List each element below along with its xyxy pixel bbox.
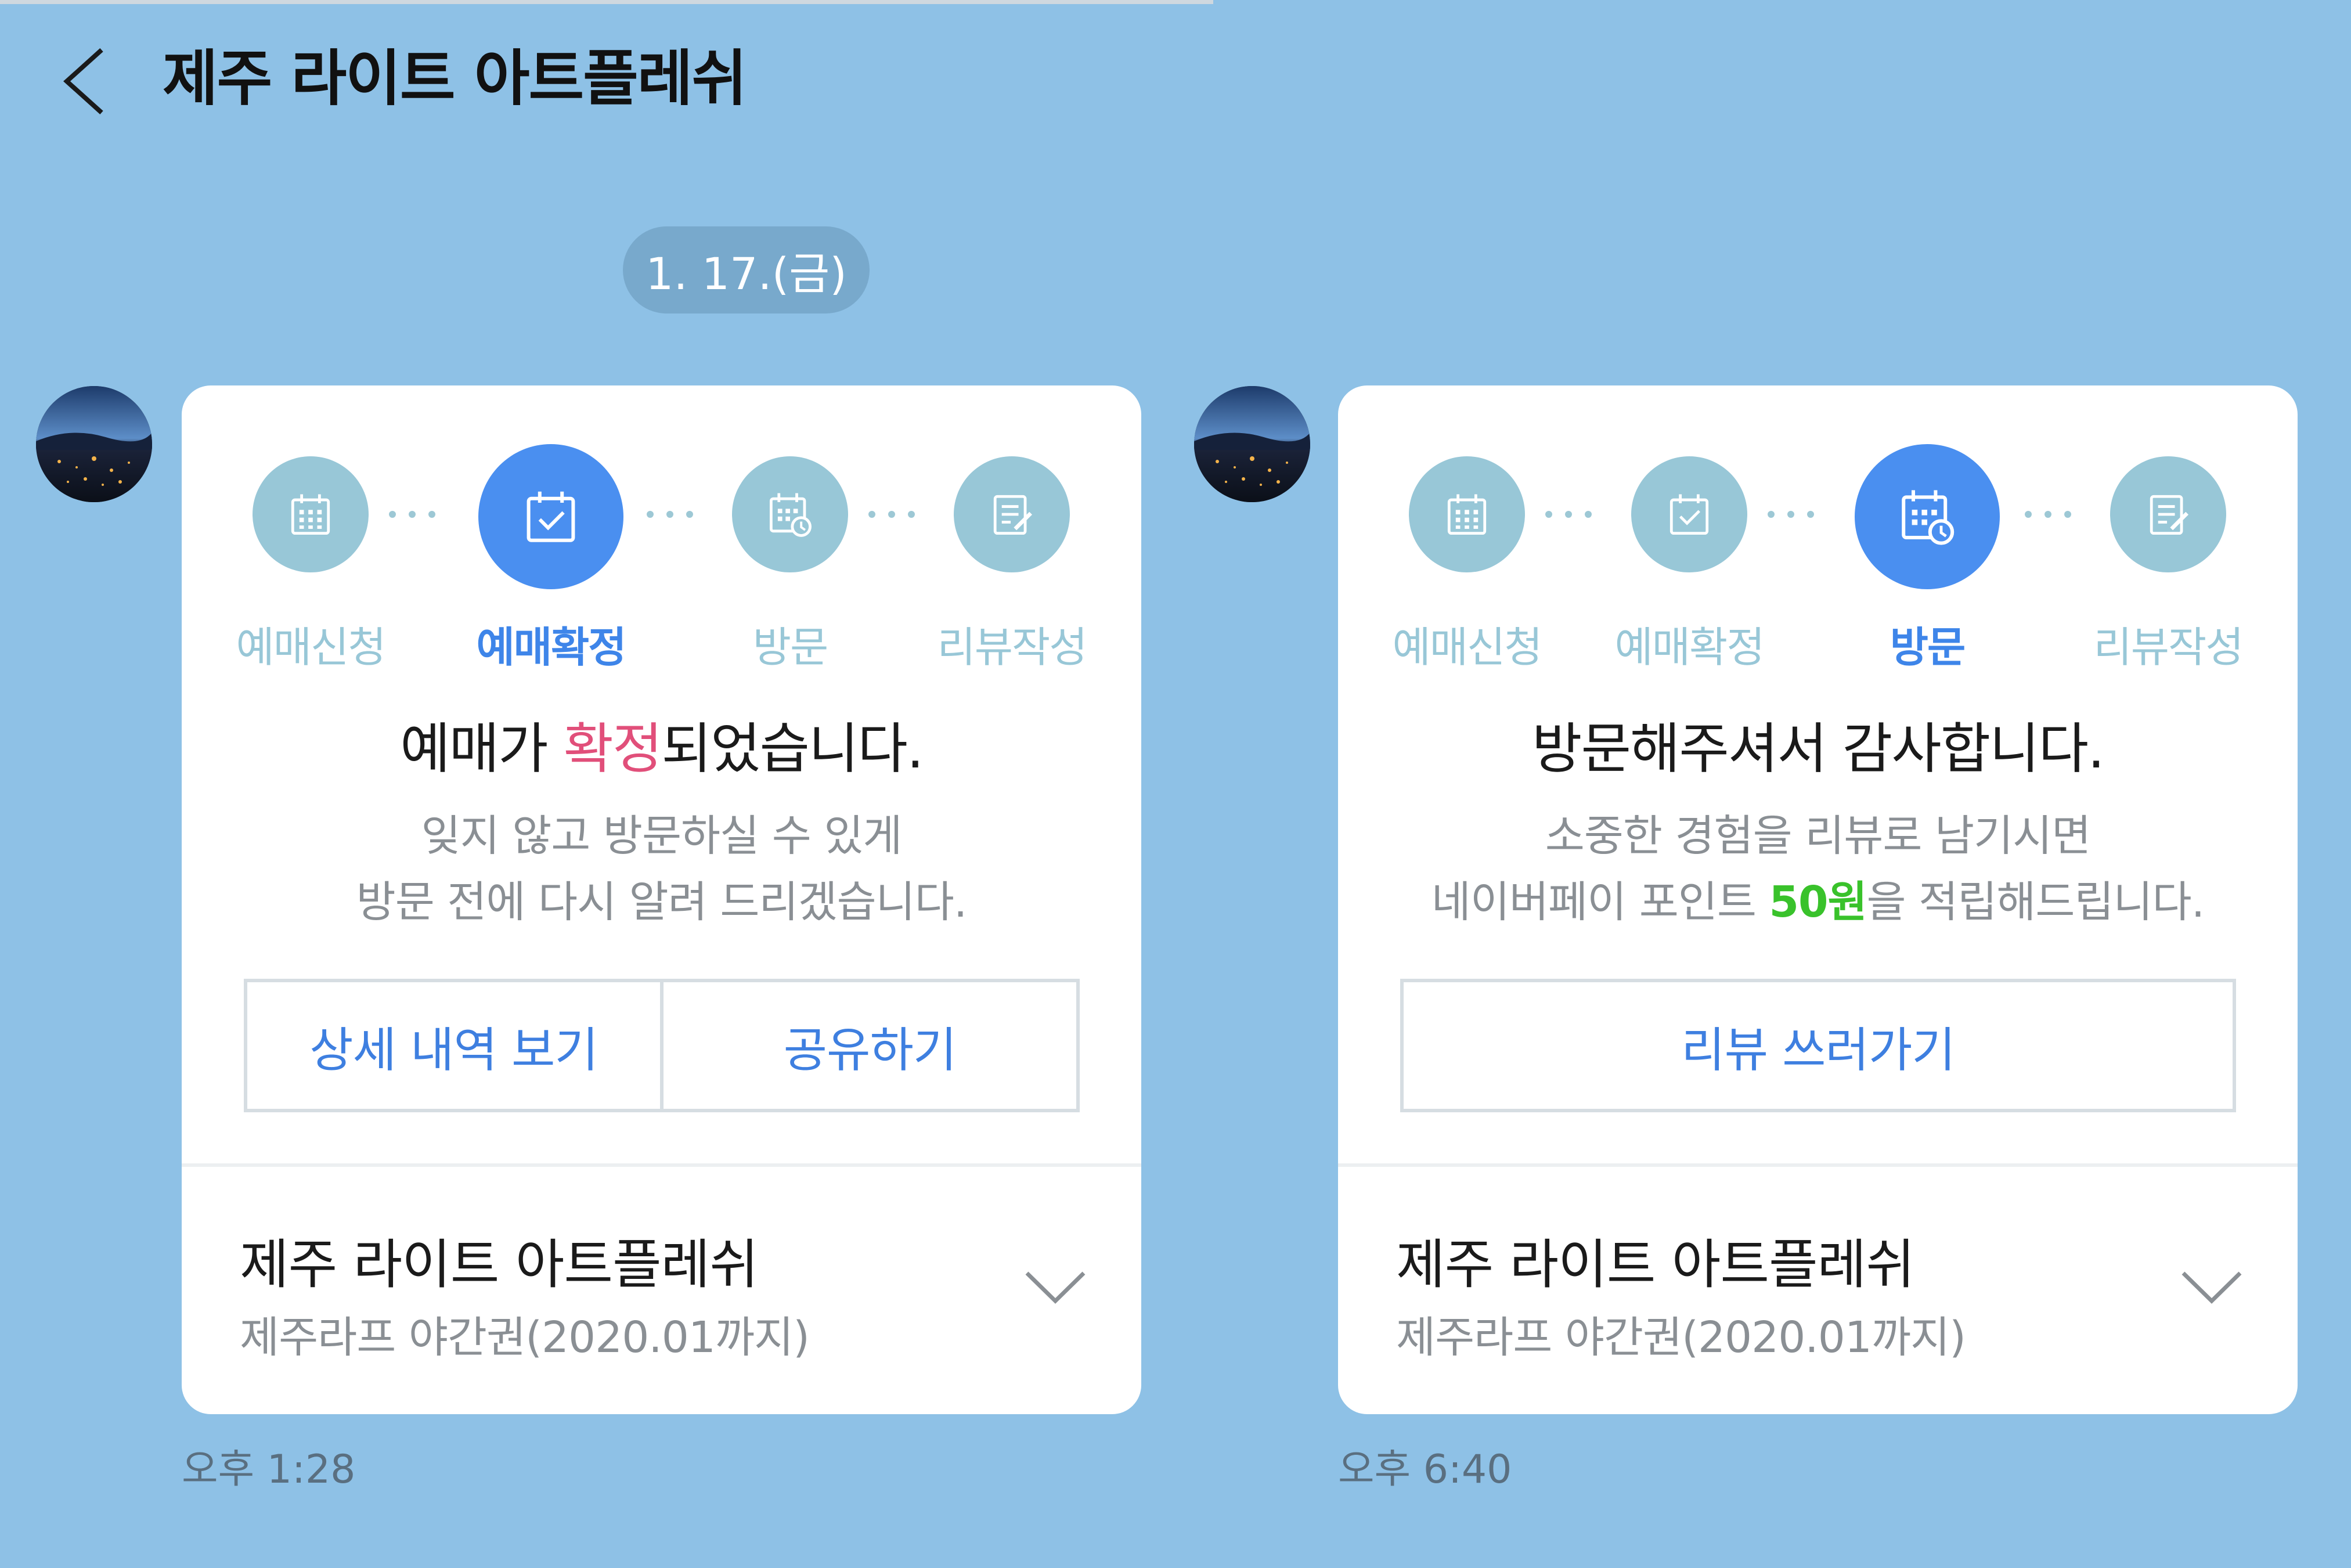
- step-circle-1: [1409, 456, 1525, 572]
- view-details-button[interactable]: 상세 내역 보기: [247, 982, 660, 1109]
- document-pen-icon: [984, 486, 1040, 542]
- calendar-check-icon: [1661, 486, 1717, 542]
- step-circle-2: [478, 444, 623, 589]
- visit-card: 예매신청 예매확정 방문 리뷰작성 방문해주셔서 감사합니다. 소중한 경험을 …: [1338, 385, 2298, 1414]
- card-headline: 방문해주셔서 감사합니다.: [1531, 718, 2105, 781]
- step-connector: [647, 511, 693, 518]
- reservation-card: 예매신청 예매확정 방문 리뷰작성 예매가 확정되었습니다. 잊지 않고 방문하…: [182, 385, 1141, 1414]
- night-city-avatar-image: [36, 386, 152, 502]
- action-button-group: 리뷰 쓰러가기: [1400, 979, 2236, 1112]
- step-connector: [1768, 511, 1814, 518]
- step-label-1: 예매신청: [1392, 623, 1543, 672]
- top-divider: [0, 0, 1213, 4]
- card-subtext-line2: 방문 전에 다시 알려 드리겠습니다.: [356, 877, 968, 927]
- step-circle-1: [253, 456, 369, 572]
- highlight-confirmed: 확정: [563, 718, 663, 781]
- step-label-4: 리뷰작성: [937, 623, 1088, 672]
- step-label-3: 방문: [1890, 623, 1966, 672]
- step-label-3: 방문: [752, 623, 828, 672]
- avatar[interactable]: [1194, 386, 1310, 502]
- calendar-check-icon: [516, 482, 586, 551]
- card-divider: [182, 1163, 1141, 1167]
- chevron-down-icon[interactable]: [2180, 1265, 2244, 1311]
- message-time: 오후 6:40: [1338, 1447, 1512, 1493]
- chat-panel-right: 예매신청 예매확정 방문 리뷰작성 방문해주셔서 감사합니다. 소중한 경험을 …: [1176, 0, 2351, 1568]
- card-subtext-line1: 잊지 않고 방문하실 수 있게: [421, 811, 903, 861]
- card-subtext-line2: 네이버페이 포인트 50원을 적립해드립니다.: [1431, 877, 2205, 927]
- step-circle-4: [954, 456, 1070, 572]
- step-label-4: 리뷰작성: [2093, 623, 2244, 672]
- card-headline: 예매가 확정되었습니다.: [400, 718, 924, 781]
- date-separator: 1. 17.(금): [623, 226, 870, 313]
- ticket-name: 제주라프 야간권(2020.01까지): [1396, 1313, 1966, 1362]
- share-button[interactable]: 공유하기: [660, 982, 1076, 1109]
- avatar[interactable]: [36, 386, 152, 502]
- place-name: 제주 라이트 아트플레쉬: [240, 1234, 759, 1296]
- step-circle-3: [732, 456, 848, 572]
- calendar-grid-icon: [1439, 486, 1495, 542]
- step-circle-2: [1631, 456, 1747, 572]
- ticket-name: 제주라프 야간권(2020.01까지): [240, 1313, 810, 1362]
- chat-panel-left: 제주 라이트 아트플레쉬 1. 17.(금) 예매신청 예매확정 방문 리뷰작성…: [0, 0, 1213, 1568]
- document-pen-icon: [2140, 486, 2196, 542]
- step-label-2: 예매확정: [476, 623, 627, 672]
- calendar-grid-icon: [283, 486, 338, 542]
- place-name: 제주 라이트 아트플레쉬: [1396, 1234, 1915, 1296]
- night-city-avatar-image: [1194, 386, 1310, 502]
- step-connector: [2025, 511, 2071, 518]
- step-connector: [1545, 511, 1592, 518]
- step-label-2: 예매확정: [1614, 623, 1765, 672]
- card-divider: [1338, 1163, 2298, 1167]
- calendar-clock-icon: [762, 486, 818, 542]
- back-arrow-icon[interactable]: [58, 45, 110, 118]
- write-review-button[interactable]: 리뷰 쓰러가기: [1404, 982, 2233, 1109]
- step-connector: [868, 511, 915, 518]
- chevron-down-icon[interactable]: [1023, 1265, 1087, 1311]
- step-circle-4: [2110, 456, 2226, 572]
- message-time: 오후 1:28: [182, 1447, 356, 1493]
- step-circle-3: [1855, 444, 2000, 589]
- card-subtext-line1: 소중한 경험을 리뷰로 남기시면: [1545, 811, 2092, 861]
- action-button-group: 상세 내역 보기 공유하기: [244, 979, 1080, 1112]
- step-connector: [389, 511, 435, 518]
- highlight-points: 50원: [1769, 877, 1867, 927]
- step-label-1: 예매신청: [236, 623, 387, 672]
- calendar-clock-icon: [1892, 482, 1962, 551]
- page-title: 제주 라이트 아트플레쉬: [163, 43, 747, 114]
